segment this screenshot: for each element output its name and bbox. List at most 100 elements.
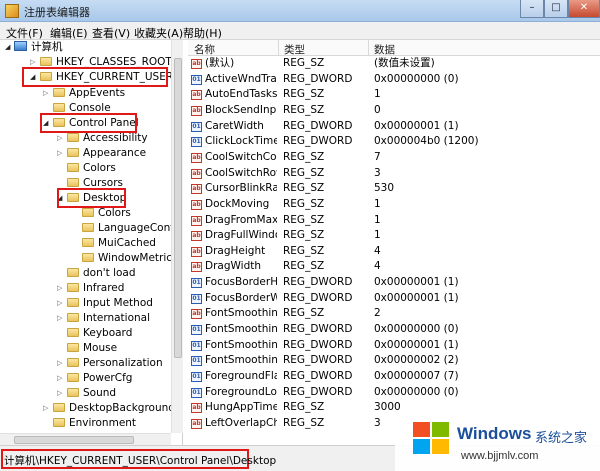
string-value-icon: ab: [191, 403, 202, 414]
value-data: 0x00000001 (1): [374, 276, 459, 289]
table-row[interactable]: 01FontSmoothin... REG_DWORD 0x00000001 (1): [188, 338, 600, 354]
tree-item-muicached[interactable]: MuiCached: [82, 236, 156, 251]
collapse-arrow-icon[interactable]: ▷: [57, 371, 62, 386]
tree-hscroll-thumb[interactable]: [14, 436, 134, 444]
tree-vertical-scrollbar[interactable]: [171, 40, 183, 433]
menu-view[interactable]: 查看(V): [92, 25, 130, 41]
tree-item-international[interactable]: ▷ International: [57, 311, 150, 326]
table-row[interactable]: 01FontSmoothin... REG_DWORD 0x00000000 (0): [188, 322, 600, 338]
tree-item-desktopbackground[interactable]: ▷ DesktopBackground: [43, 401, 175, 416]
maximize-button[interactable]: □: [544, 0, 568, 18]
minimize-button[interactable]: –: [520, 0, 544, 18]
value-data: 2: [374, 307, 381, 320]
collapse-arrow-icon[interactable]: ▷: [57, 386, 62, 401]
value-type: REG_SZ: [283, 401, 325, 414]
menu-edit[interactable]: 编辑(E): [50, 25, 88, 41]
table-row[interactable]: 01 CaretWidth REG_DWORD 0x00000001 (1): [188, 119, 600, 135]
table-row[interactable]: ab DragWidth REG_SZ 4: [188, 259, 600, 275]
value-type: REG_SZ: [283, 182, 325, 195]
tree-item-dont-load[interactable]: don't load: [67, 266, 136, 281]
tree-item-appearance[interactable]: ▷ Appearance: [57, 146, 146, 161]
tree-item-accessibility[interactable]: ▷ Accessibility: [57, 131, 148, 146]
table-row[interactable]: abCoolSwitchRows REG_SZ 3: [188, 166, 600, 182]
string-value-icon: ab: [191, 168, 202, 179]
value-type: REG_DWORD: [283, 385, 353, 398]
value-data: 0x00000001 (1): [374, 291, 459, 304]
table-row[interactable]: 01ForegroundLo... REG_DWORD 0x00000000 (0): [188, 385, 600, 401]
folder-icon: [67, 133, 79, 142]
table-row[interactable]: abDragFromMaxi... REG_SZ 1: [188, 213, 600, 229]
collapse-arrow-icon[interactable]: ▷: [57, 356, 62, 371]
tree-item-appevents[interactable]: ▷ AppEvents: [43, 86, 125, 101]
highlight-control-panel: [40, 113, 137, 133]
value-name: FontSmoothin...: [205, 354, 277, 367]
collapse-arrow-icon[interactable]: ▷: [43, 401, 48, 416]
tree-item-desktop-colors[interactable]: Colors: [82, 206, 131, 221]
table-row[interactable]: 01FocusBorderW... REG_DWORD 0x00000001 (1): [188, 291, 600, 307]
table-row[interactable]: abCoolSwitchCol... REG_SZ 7: [188, 150, 600, 166]
tree-item-personalization[interactable]: ▷ Personalization: [57, 356, 163, 371]
tree-item-sound[interactable]: ▷ Sound: [57, 386, 116, 401]
table-row[interactable]: 01ActiveWndTrac... REG_DWORD 0x00000000 (0…: [188, 72, 600, 88]
close-button[interactable]: ✕: [568, 0, 600, 18]
menu-help[interactable]: 帮助(H): [183, 25, 222, 41]
string-value-icon: ab: [191, 90, 202, 101]
column-header-name[interactable]: 名称: [194, 42, 215, 57]
table-row[interactable]: ab AutoEndTasks REG_SZ 1: [188, 87, 600, 103]
table-row[interactable]: 01ForegroundFla... REG_DWORD 0x00000007 (7…: [188, 369, 600, 385]
table-row[interactable]: abCursorBlinkRate REG_SZ 530: [188, 181, 600, 197]
column-separator[interactable]: [278, 40, 279, 56]
tree-item-windowmetrics[interactable]: WindowMetrics: [82, 251, 178, 266]
value-name: ActiveWndTrac...: [205, 72, 277, 85]
tree-item-infrared[interactable]: ▷ Infrared: [57, 281, 124, 296]
values-list: ab(默认)REG_SZ(数值未设置)01ActiveWndTrac...REG…: [188, 56, 600, 445]
tree-item-colors[interactable]: Colors: [67, 161, 116, 176]
menu-favorites[interactable]: 收藏夹(A): [134, 25, 183, 41]
collapse-arrow-icon[interactable]: ▷: [57, 296, 62, 311]
tree-item-powercfg[interactable]: ▷ PowerCfg: [57, 371, 132, 386]
folder-icon: [67, 328, 79, 337]
column-header-type[interactable]: 类型: [284, 42, 305, 57]
table-row[interactable]: ab DockMoving REG_SZ 1: [188, 197, 600, 213]
column-separator[interactable]: [368, 40, 369, 56]
folder-icon: [82, 253, 94, 262]
computer-icon: [14, 41, 27, 51]
table-row[interactable]: ab (默认) REG_SZ (数值未设置): [188, 56, 600, 72]
value-name: DragWidth: [205, 260, 262, 273]
value-data: 530: [374, 182, 395, 195]
tree-item-environment[interactable]: Environment: [53, 416, 136, 431]
collapse-arrow-icon[interactable]: ▷: [57, 281, 62, 296]
column-header-data[interactable]: 数据: [374, 42, 395, 57]
value-type: REG_SZ: [283, 88, 325, 101]
table-row[interactable]: abDragFullWindo... REG_SZ 1: [188, 228, 600, 244]
expand-arrow-icon[interactable]: ◢: [5, 40, 10, 55]
tree-item-input-method[interactable]: ▷ Input Method: [57, 296, 153, 311]
string-value-icon: ab: [191, 215, 202, 226]
value-type: REG_SZ: [283, 150, 325, 163]
collapse-arrow-icon[interactable]: ▷: [57, 131, 62, 146]
value-name: AutoEndTasks: [205, 88, 277, 101]
collapse-arrow-icon[interactable]: ▷: [57, 146, 62, 161]
table-row[interactable]: abBlockSendInpu... REG_SZ 0: [188, 103, 600, 119]
menu-file[interactable]: 文件(F): [6, 25, 43, 41]
table-row[interactable]: ab FontSmoothing REG_SZ 2: [188, 306, 600, 322]
tree-item-languageconfig[interactable]: LanguageConfig: [82, 221, 182, 236]
value-name: FocusBorderH...: [205, 276, 277, 289]
table-row[interactable]: abHungAppTime... REG_SZ 3000: [188, 400, 600, 416]
folder-icon: [67, 373, 79, 382]
registry-tree: ◢ 计算机 ▷ HKEY_CLASSES_ROOT ◢ HKEY_CURRENT…: [0, 40, 183, 445]
value-name: FontSmoothin...: [205, 338, 277, 351]
tree-item-computer[interactable]: ◢ 计算机: [5, 40, 63, 55]
folder-icon: [53, 403, 65, 412]
collapse-arrow-icon[interactable]: ▷: [43, 86, 48, 101]
collapse-arrow-icon[interactable]: ▷: [57, 311, 62, 326]
tree-horizontal-scrollbar[interactable]: [0, 433, 171, 445]
table-row[interactable]: ab DragHeight REG_SZ 4: [188, 244, 600, 260]
table-row[interactable]: 01FocusBorderH... REG_DWORD 0x00000001 (1): [188, 275, 600, 291]
value-type: REG_DWORD: [283, 370, 353, 382]
tree-scroll-thumb[interactable]: [174, 58, 182, 358]
tree-item-keyboard[interactable]: Keyboard: [67, 326, 132, 341]
table-row[interactable]: 01 ClickLockTime REG_DWORD 0x000004b0 (1200…: [188, 134, 600, 150]
tree-item-mouse[interactable]: Mouse: [67, 341, 117, 356]
table-row[interactable]: 01FontSmoothin... REG_DWORD 0x00000002 (2): [188, 353, 600, 369]
